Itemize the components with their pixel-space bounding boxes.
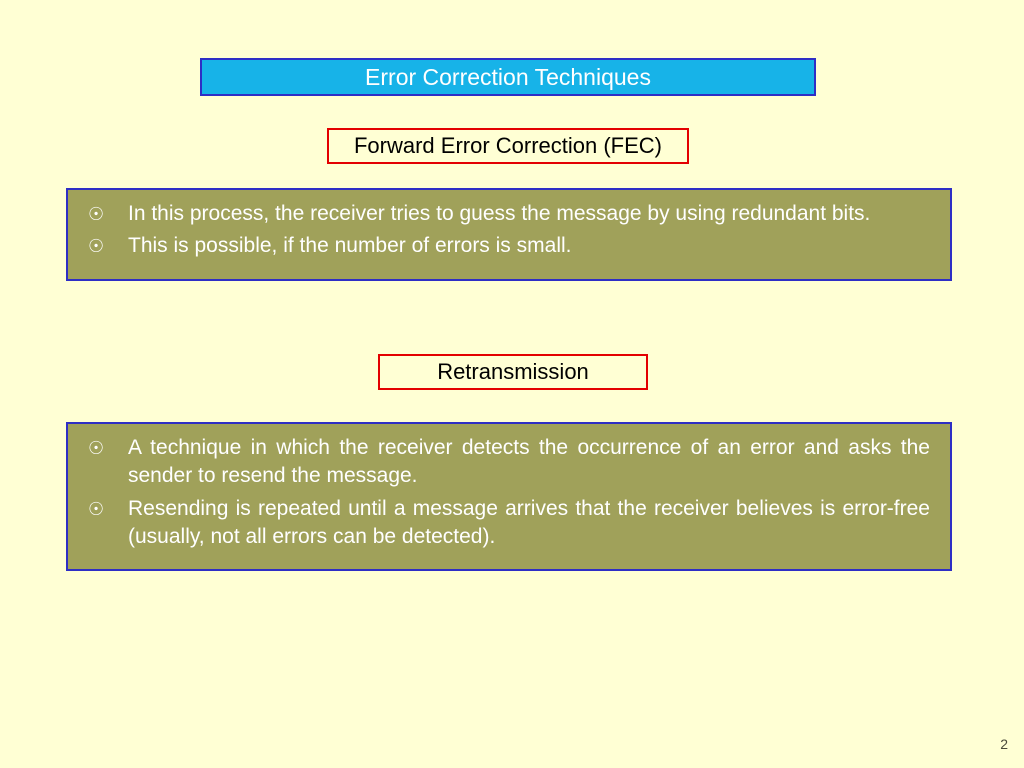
content-box-fec: ☉ In this process, the receiver tries to…	[66, 188, 952, 281]
bullet-icon: ☉	[88, 434, 128, 491]
main-title: Error Correction Techniques	[200, 58, 816, 96]
content-box-retransmission: ☉ A technique in which the receiver dete…	[66, 422, 952, 571]
bullet-text: In this process, the receiver tries to g…	[128, 200, 930, 228]
bullet-icon: ☉	[88, 200, 128, 228]
bullet-text: A technique in which the receiver detect…	[128, 434, 930, 491]
list-item: ☉ Resending is repeated until a message …	[88, 495, 930, 552]
section-heading-fec: Forward Error Correction (FEC)	[327, 128, 689, 164]
bullet-icon: ☉	[88, 495, 128, 552]
list-item: ☉ In this process, the receiver tries to…	[88, 200, 930, 228]
bullet-text: This is possible, if the number of error…	[128, 232, 930, 260]
page-number: 2	[1000, 736, 1008, 752]
section-heading-retransmission: Retransmission	[378, 354, 648, 390]
list-item: ☉ This is possible, if the number of err…	[88, 232, 930, 260]
list-item: ☉ A technique in which the receiver dete…	[88, 434, 930, 491]
bullet-text: Resending is repeated until a message ar…	[128, 495, 930, 552]
bullet-icon: ☉	[88, 232, 128, 260]
